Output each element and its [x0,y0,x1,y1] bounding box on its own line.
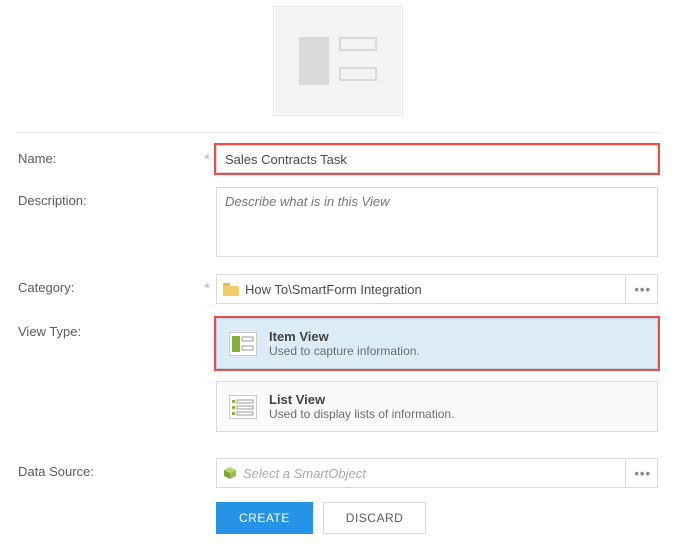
item-view-title: Item View [269,329,420,344]
required-star-icon: * [198,274,216,297]
item-view-subtitle: Used to capture information. [269,344,420,358]
data-source-browse-button[interactable]: ••• [625,459,651,487]
data-source-label: Data Source: [18,458,198,479]
view-type-option-item[interactable]: Item View Used to capture information. [216,318,658,369]
list-view-title: List View [269,392,454,407]
view-type-label: View Type: [18,318,198,339]
view-type-option-list[interactable]: List View Used to display lists of infor… [216,381,658,432]
list-view-subtitle: Used to display lists of information. [269,407,454,421]
smartobject-icon [223,466,237,480]
hero-illustration [273,6,403,116]
category-picker[interactable]: How To\SmartForm Integration ••• [216,274,658,304]
name-input[interactable] [216,145,658,173]
view-type-hero [0,0,676,132]
name-label: Name: [18,145,198,166]
category-label: Category: [18,274,198,295]
data-source-placeholder: Select a SmartObject [243,466,619,481]
create-button[interactable]: CREATE [216,502,313,534]
category-value: How To\SmartForm Integration [245,282,619,297]
divider [16,132,660,133]
description-label: Description: [18,187,198,208]
item-view-icon [229,332,257,356]
form: Name: * Description: Category: * How To\… [0,145,676,534]
description-textarea[interactable] [216,187,658,257]
required-star-icon: * [198,145,216,168]
discard-button[interactable]: DISCARD [323,502,427,534]
list-view-icon [229,395,257,419]
category-browse-button[interactable]: ••• [625,275,651,303]
data-source-picker[interactable]: Select a SmartObject ••• [216,458,658,488]
folder-icon [223,283,239,296]
